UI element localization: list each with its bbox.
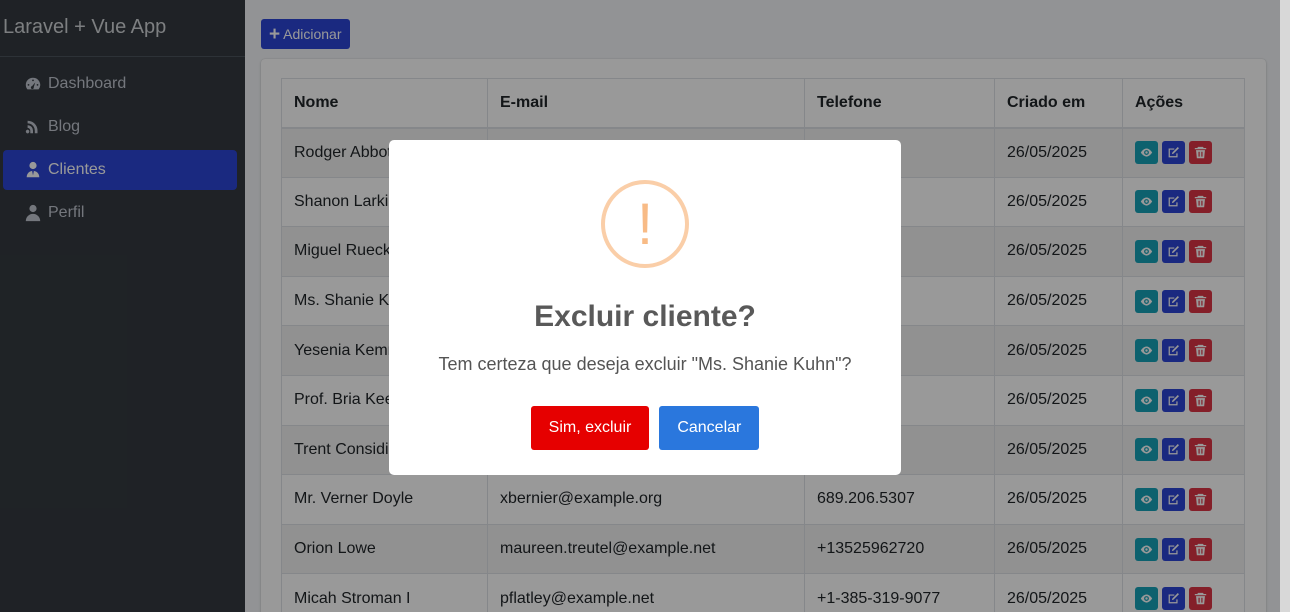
page-scrollbar[interactable] [1280, 0, 1290, 612]
dialog-message: Tem certeza que deseja excluir "Ms. Shan… [438, 354, 852, 374]
cancel-button[interactable]: Cancelar [659, 406, 760, 450]
confirm-delete-button[interactable]: Sim, excluir [530, 406, 650, 450]
confirm-delete-dialog: ! Excluir cliente? Tem certeza que desej… [389, 140, 901, 475]
dialog-title: Excluir cliente? [534, 300, 756, 333]
dialog-actions: Sim, excluir Cancelar [389, 406, 901, 450]
warning-icon: ! [601, 180, 689, 268]
